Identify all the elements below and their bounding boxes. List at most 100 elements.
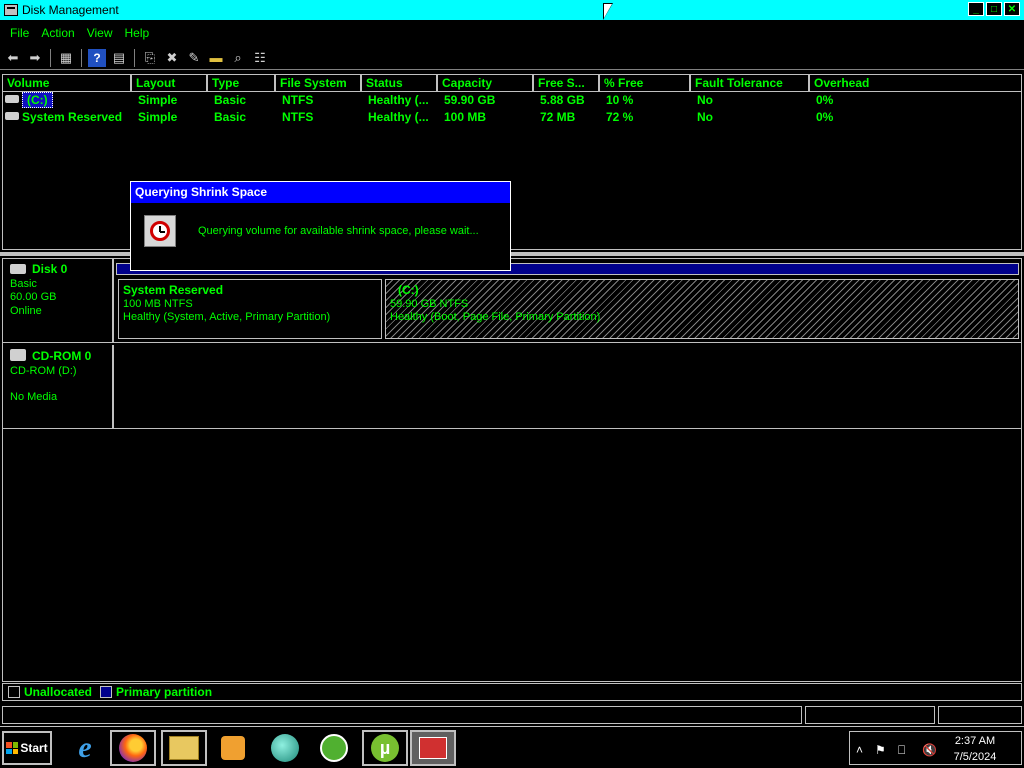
start-label: Start (20, 741, 48, 755)
app-icon[interactable] (262, 730, 308, 766)
table-row[interactable]: (C:) Simple Basic NTFS Healthy (... 59.9… (3, 92, 1021, 109)
action-center-flag-icon[interactable]: ⚑ (875, 743, 886, 757)
toolbar-separator (134, 48, 135, 67)
free-space-cell: 5.88 GB (540, 93, 585, 107)
column-capacity[interactable]: Capacity (438, 75, 534, 91)
column-percent-free[interactable]: % Free (600, 75, 691, 91)
start-button[interactable]: Start (2, 731, 52, 765)
column-overhead[interactable]: Overhead (810, 75, 1021, 91)
column-volume[interactable]: Volume (3, 75, 132, 91)
media-graphic (221, 736, 245, 760)
refresh-icon[interactable]: ⎘ (141, 49, 159, 67)
column-free-space[interactable]: Free S... (534, 75, 600, 91)
maximize-button[interactable]: □ (986, 2, 1002, 16)
network-icon[interactable]: ⎕ (898, 743, 905, 758)
status-bar (0, 705, 1024, 725)
firefox-logo (119, 734, 147, 762)
column-layout[interactable]: Layout (132, 75, 208, 91)
delete-icon[interactable]: ✖ (163, 49, 181, 67)
capacity-cell: 100 MB (444, 110, 487, 124)
menu-file[interactable]: File (4, 26, 35, 40)
menu-bar: File Action View Help (0, 22, 1024, 44)
disk-info[interactable]: Disk 0 Basic 60.00 GB Online (3, 259, 114, 342)
status-pane (805, 706, 936, 724)
disk-map: Disk 0 Basic 60.00 GB Online System Rese… (2, 258, 1022, 682)
export-icon[interactable]: ☷ (251, 49, 269, 67)
media-player-icon[interactable] (210, 730, 256, 766)
forward-icon[interactable]: ➡ (26, 49, 44, 67)
system-tray: ˄ ⚑ ⎕ 🔇 2:37 AM 7/5/2024 (849, 731, 1022, 765)
status-pane (2, 706, 803, 724)
file-explorer-icon[interactable] (161, 730, 207, 766)
partition-system-reserved[interactable]: System Reserved 100 MB NTFS Healthy (Sys… (118, 279, 382, 339)
partition-c[interactable]: (C:) 59.90 GB NTFS Healthy (Boot, Page F… (385, 279, 1019, 339)
layout-cell: Simple (138, 110, 178, 124)
menu-action[interactable]: Action (35, 26, 80, 40)
status-cell: Healthy (... (368, 93, 429, 107)
column-status[interactable]: Status (362, 75, 438, 91)
column-fault-tolerance[interactable]: Fault Tolerance (691, 75, 810, 91)
unallocated-swatch (8, 686, 20, 698)
disk-status: Online (10, 304, 42, 317)
close-button[interactable]: ✕ (1004, 2, 1020, 16)
clock-date[interactable]: 7/5/2024 (947, 751, 1003, 763)
drive-icon (5, 112, 19, 120)
type-cell: Basic (214, 93, 247, 107)
percent-free-cell: 72 % (606, 110, 634, 124)
computer-management-icon[interactable] (410, 730, 456, 766)
partition-name: System Reserved (123, 283, 224, 297)
toolbar-separator (50, 48, 51, 67)
internet-explorer-icon[interactable]: e (62, 730, 108, 766)
open-icon[interactable]: ▬ (207, 49, 225, 67)
minimize-button[interactable]: _ (968, 2, 984, 16)
firefox-icon[interactable] (110, 730, 156, 766)
menu-view[interactable]: View (81, 26, 119, 40)
toolbar: ⬅ ➡ ▦ ? ▤ ⎘ ✖ ✎ ▬ ⌕ ☷ (0, 46, 1024, 70)
toolbox-graphic (419, 737, 447, 759)
console-tree-icon[interactable]: ▦ (57, 49, 75, 67)
cdrom-info[interactable]: CD-ROM 0 CD-ROM (D:) No Media (3, 345, 114, 428)
cdrom-row: CD-ROM 0 CD-ROM (D:) No Media (3, 345, 1021, 429)
status-cell: Healthy (... (368, 110, 429, 124)
cdrom-type: CD-ROM (D:) (10, 364, 77, 377)
help-icon[interactable]: ? (88, 48, 106, 67)
disk-icon (10, 264, 26, 274)
edit-icon[interactable]: ✎ (185, 49, 203, 67)
volume-name: (C:) (22, 92, 53, 108)
clock-time[interactable]: 2:37 AM (951, 735, 999, 747)
partition-status: Healthy (System, Active, Primary Partiti… (123, 311, 331, 323)
volume-list-header: Volume Layout Type File System Status Ca… (3, 75, 1021, 92)
partition-text: System Reserved 100 MB NTFS Healthy (Sys… (123, 283, 377, 325)
file-system-cell: NTFS (282, 110, 314, 124)
window-controls: _ □ ✕ (968, 2, 1020, 16)
toolbar-separator (81, 48, 82, 67)
properties-icon[interactable]: ▤ (110, 49, 128, 67)
table-row[interactable]: System Reserved Simple Basic NTFS Health… (3, 109, 1021, 126)
show-hidden-icons-icon[interactable]: ˄ (856, 743, 863, 757)
dialog-message: Querying volume for available shrink spa… (198, 225, 479, 237)
utorrent-icon[interactable]: µ (362, 730, 408, 766)
partition-status: Healthy (Boot, Page File, Primary Partit… (390, 311, 601, 323)
capacity-cell: 59.90 GB (444, 93, 496, 107)
volume-muted-icon[interactable]: 🔇 (922, 743, 937, 757)
drive-icon (5, 95, 19, 103)
column-type[interactable]: Type (208, 75, 276, 91)
back-icon[interactable]: ⬅ (4, 49, 22, 67)
column-file-system[interactable]: File System (276, 75, 362, 91)
querying-shrink-dialog: Querying Shrink Space Querying volume fo… (130, 181, 511, 271)
fault-tolerance-cell: No (697, 110, 713, 124)
overhead-cell: 0% (816, 93, 834, 107)
search-icon[interactable]: ⌕ (229, 49, 247, 67)
window-title: Disk Management (22, 3, 119, 17)
legend-unallocated: Unallocated (24, 685, 93, 699)
app-logo (271, 734, 299, 762)
disk-row: Disk 0 Basic 60.00 GB Online System Rese… (3, 259, 1021, 343)
status-pane (938, 706, 1023, 724)
title-bar: Disk Management _ □ ✕ (0, 0, 1024, 20)
menu-help[interactable]: Help (119, 26, 156, 40)
fault-tolerance-cell: No (697, 93, 713, 107)
cc-cleaner-icon[interactable] (311, 730, 357, 766)
legend-primary: Primary partition (116, 685, 213, 699)
disk-management-icon (4, 4, 18, 16)
